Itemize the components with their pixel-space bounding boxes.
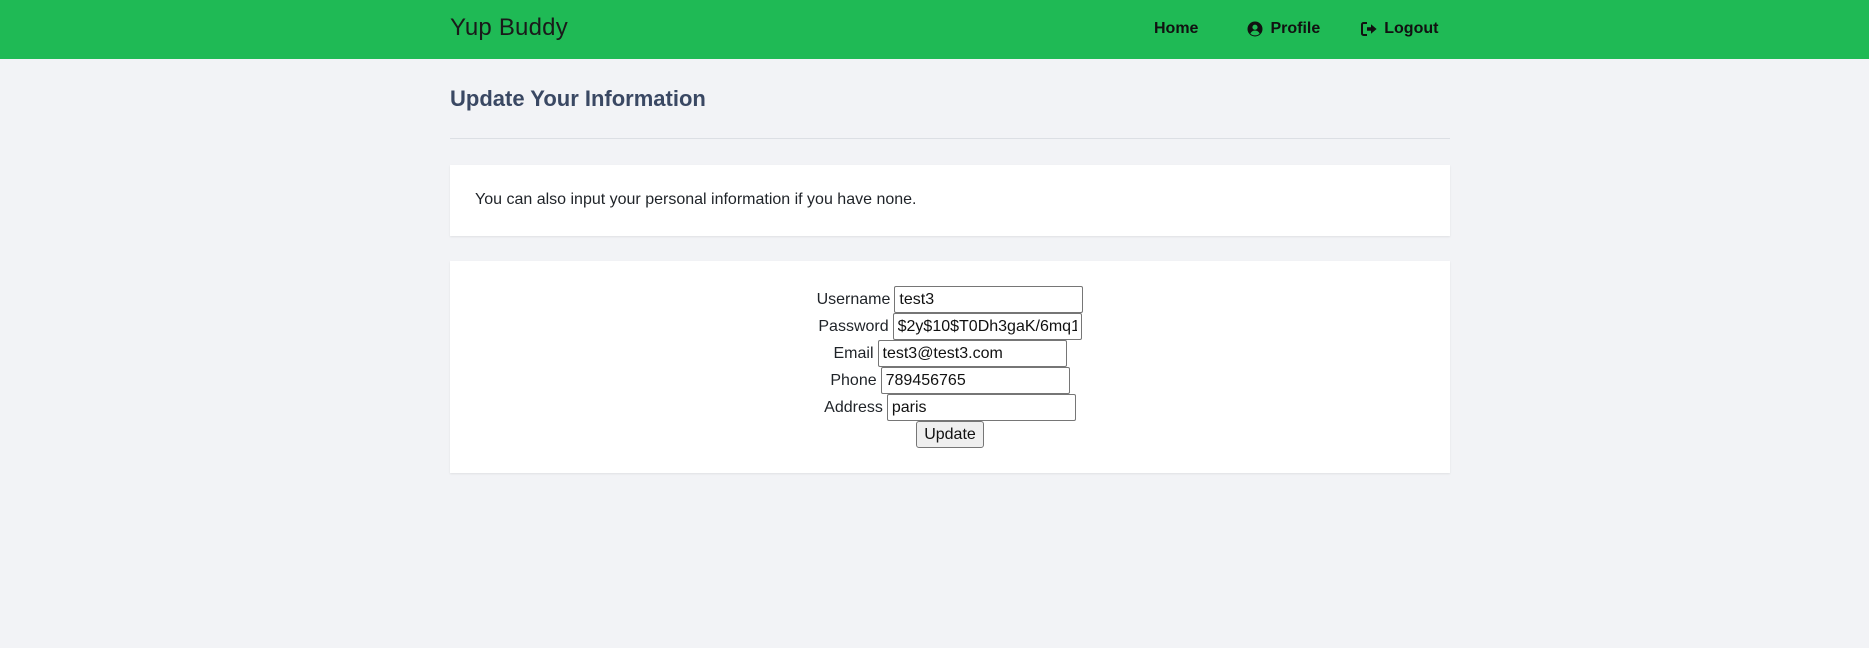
password-label: Password <box>818 317 889 335</box>
nav-profile-link[interactable]: Profile <box>1246 20 1320 38</box>
phone-input[interactable] <box>880 367 1070 394</box>
info-card: You can also input your personal informa… <box>450 165 1450 236</box>
user-circle-icon <box>1246 20 1264 38</box>
update-form-card: Username Password Email Phone Address Up… <box>450 261 1450 473</box>
top-navbar: Yup Buddy Home Profile Logout <box>0 0 1869 59</box>
page-title: Update Your Information <box>450 86 706 111</box>
email-label: Email <box>833 344 874 362</box>
nav-profile-label: Profile <box>1270 20 1321 37</box>
address-row: Address <box>824 394 1076 421</box>
username-row: Username <box>817 286 1084 313</box>
title-divider <box>450 138 1450 139</box>
nav-home-label: Home <box>1154 20 1199 37</box>
sign-out-icon <box>1360 20 1378 38</box>
password-input[interactable] <box>892 313 1082 340</box>
username-label: Username <box>816 290 891 308</box>
address-label: Address <box>824 398 883 416</box>
phone-label: Phone <box>830 371 877 389</box>
nav-logout-link[interactable]: Logout <box>1360 20 1438 38</box>
info-text: You can also input your personal informa… <box>475 191 917 208</box>
nav-links: Home Profile Logout <box>1154 20 1438 38</box>
email-input[interactable] <box>877 340 1067 367</box>
nav-logout-label: Logout <box>1384 20 1439 37</box>
password-row: Password <box>818 313 1082 340</box>
brand-logo-text[interactable]: Yup Buddy <box>450 14 568 42</box>
phone-row: Phone <box>830 367 1070 394</box>
username-input[interactable] <box>894 286 1084 313</box>
nav-home-link[interactable]: Home <box>1154 20 1198 38</box>
update-form: Username Password Email Phone Address Up… <box>450 286 1450 448</box>
update-button[interactable]: Update <box>916 421 984 448</box>
address-input[interactable] <box>886 394 1076 421</box>
email-row: Email <box>833 340 1067 367</box>
